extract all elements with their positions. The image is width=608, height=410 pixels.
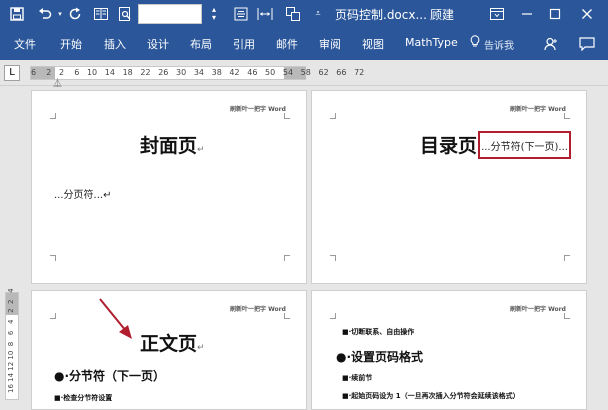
- tab-design[interactable]: 设计: [147, 36, 169, 52]
- customize-dropdown-icon[interactable]: ⩡: [312, 5, 324, 23]
- list-item: ■·续前节: [342, 374, 373, 382]
- corner-mark: [284, 113, 290, 119]
- body-title: 正文页↵: [140, 333, 205, 355]
- ribbon-tabs: 文件 开始 插入 设计 布局 引用 邮件 审阅 视图 MathType 告诉我: [0, 28, 608, 60]
- toc-title: 目录页: [420, 135, 478, 157]
- tab-mathtype[interactable]: MathType: [405, 36, 458, 49]
- corner-mark: [330, 255, 336, 261]
- corner-mark: [564, 255, 570, 261]
- section-break-highlight: ...分节符(下一页)...: [478, 131, 571, 159]
- title-bar: ▾ ▴ ▾ ⩡ 页码控制.docx... 顾建: [0, 0, 608, 28]
- tab-file[interactable]: 文件: [14, 36, 36, 52]
- save-icon[interactable]: [8, 5, 26, 23]
- columns-icon[interactable]: [92, 5, 110, 23]
- corner-mark: [284, 255, 290, 261]
- page-break-marker: ...分页符...↵: [54, 190, 112, 201]
- list-item: ■·检查分节符设置: [54, 394, 113, 402]
- list-item: ●·设置页码格式: [336, 350, 424, 364]
- redo-icon[interactable]: [66, 5, 84, 23]
- undo-icon[interactable]: [36, 5, 54, 23]
- page-cover[interactable]: 刷新叶一把字 Word 封面页↵ ...分页符...↵: [31, 90, 307, 284]
- corner-mark: [50, 113, 56, 119]
- tab-home[interactable]: 开始: [60, 36, 82, 52]
- indent-marker-icon[interactable]: ⏅: [53, 76, 62, 89]
- vertical-scrollbar[interactable]: [595, 86, 608, 400]
- align-center-icon[interactable]: [232, 5, 250, 23]
- font-size-input[interactable]: [138, 4, 202, 24]
- ruler-bar: L 6 2 2 6 10 14 18 22 26 30 34 38 42 46 …: [0, 60, 608, 89]
- lightbulb-icon: [470, 35, 480, 50]
- user-name[interactable]: 顾建: [430, 6, 454, 23]
- close-icon[interactable]: [574, 3, 600, 25]
- vertical-ruler-numbers: 16 14 12 10 8 6 4 2 2 4: [7, 288, 15, 393]
- horizontal-ruler[interactable]: 6 2 2 6 10 14 18 22 26 30 34 38 42 46 50…: [30, 66, 364, 89]
- document-title: 页码控制.docx...: [335, 8, 427, 22]
- list-item: ■·切断联系、自由操作: [342, 328, 415, 336]
- page-body-continued[interactable]: 刷新叶一把字 Word ■·切断联系、自由操作 ●·设置页码格式 ■·续前节 ■…: [311, 290, 587, 410]
- tell-me-search[interactable]: 告诉我: [484, 37, 514, 52]
- vertical-ruler[interactable]: 16 14 12 10 8 6 4 2 2 4: [5, 288, 19, 400]
- maximize-icon[interactable]: [542, 3, 568, 25]
- page-header: 刷新叶一把字 Word: [510, 106, 566, 113]
- page-toc[interactable]: 刷新叶一把字 Word 目录页 ...分节符(下一页)...: [311, 90, 587, 284]
- corner-mark: [330, 313, 336, 319]
- tab-mailings[interactable]: 邮件: [276, 36, 298, 52]
- ribbon-display-icon[interactable]: [484, 3, 510, 25]
- tab-references[interactable]: 引用: [233, 36, 255, 52]
- page-layout-icon[interactable]: [284, 5, 302, 23]
- tab-insert[interactable]: 插入: [104, 36, 126, 52]
- comment-icon[interactable]: [576, 33, 598, 55]
- cover-title: 封面页↵: [140, 135, 205, 157]
- corner-mark: [330, 113, 336, 119]
- list-item: ●·分节符（下一页）: [54, 369, 166, 383]
- corner-mark: [564, 113, 570, 119]
- page-body[interactable]: 刷新叶一把字 Word 正文页↵ ●·分节符（下一页） ■·检查分节符设置: [31, 290, 307, 410]
- corner-mark: [564, 313, 570, 319]
- print-preview-icon[interactable]: [116, 5, 134, 23]
- page-header: 刷新叶一把字 Word: [230, 106, 286, 113]
- tab-review[interactable]: 审阅: [319, 36, 341, 52]
- spacing-icon[interactable]: [256, 5, 274, 23]
- tab-layout[interactable]: 布局: [190, 36, 212, 52]
- tab-selector[interactable]: L: [4, 65, 20, 81]
- page-header: 刷新叶一把字 Word: [510, 306, 566, 313]
- corner-mark: [50, 255, 56, 261]
- minimize-icon[interactable]: [514, 3, 540, 25]
- tab-view[interactable]: 视图: [362, 36, 384, 52]
- undo-dropdown-icon[interactable]: ▾: [56, 5, 64, 23]
- ruler-numbers: 6 2 2 6 10 14 18 22 26 30 34 38 42 46 50…: [31, 68, 365, 77]
- font-size-spin-icon[interactable]: ▴ ▾: [208, 5, 220, 23]
- person-icon[interactable]: [540, 33, 562, 55]
